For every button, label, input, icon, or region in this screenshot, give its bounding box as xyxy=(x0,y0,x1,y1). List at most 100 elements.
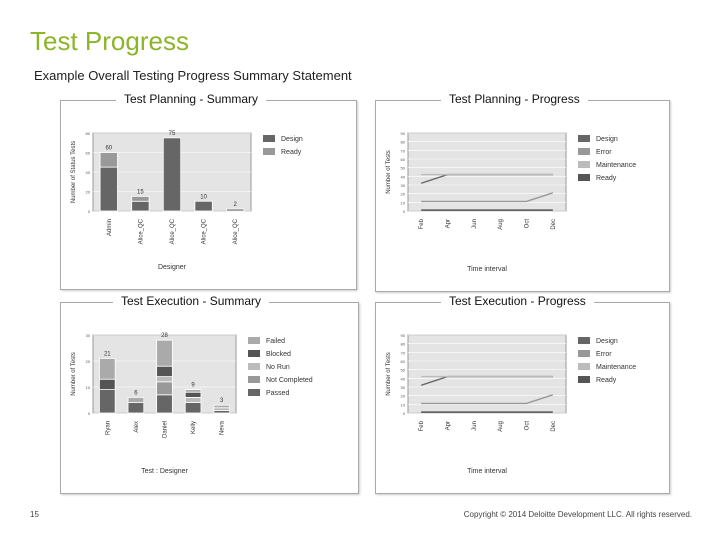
bar-segment xyxy=(99,358,116,380)
x-tick-label: Alex xyxy=(134,421,140,433)
x-tick-label: Alice_QC xyxy=(170,218,176,244)
x-axis-label: Time interval xyxy=(467,468,507,475)
y-tick-label: 30 xyxy=(86,333,91,338)
bar-segment xyxy=(156,339,173,367)
y-tick-label: 30 xyxy=(401,183,406,188)
page-number: 15 xyxy=(30,510,39,519)
y-tick-label: 70 xyxy=(401,350,406,355)
bar-segment xyxy=(226,208,245,212)
legend-swatch xyxy=(578,135,590,142)
copyright: Copyright © 2014 Deloitte Development LL… xyxy=(463,510,692,519)
legend-swatch xyxy=(578,376,590,383)
legend-label: Ready xyxy=(281,149,302,156)
y-tick-label: 60 xyxy=(401,157,406,162)
x-tick-label: Neva xyxy=(220,420,226,435)
x-tick-label: Daniel xyxy=(163,421,169,438)
x-tick-label: Kelly xyxy=(191,421,197,434)
legend-label: Not Completed xyxy=(266,377,313,384)
x-tick-label: Feb xyxy=(419,420,425,431)
x-tick-label: Apr xyxy=(446,421,452,430)
bar-segment xyxy=(99,152,118,168)
x-tick-label: Alice_QC xyxy=(202,218,208,244)
bar-segment xyxy=(156,365,173,378)
x-tick-label: Admin xyxy=(107,219,113,236)
x-tick-label: Dec xyxy=(551,421,557,432)
bar-segment xyxy=(99,166,118,212)
plot-area xyxy=(407,334,567,414)
legend-swatch xyxy=(248,337,260,344)
legend-swatch xyxy=(248,389,260,396)
slide-title: Test Progress xyxy=(30,26,189,56)
legend-label: No Run xyxy=(266,364,290,371)
legend-label: Design xyxy=(596,338,618,345)
y-tick-label: 60 xyxy=(401,359,406,364)
x-tick-label: Jun xyxy=(472,421,478,431)
legend-swatch xyxy=(578,148,590,155)
bar-segment xyxy=(213,404,230,409)
y-tick-label: 90 xyxy=(401,333,406,338)
y-tick-label: 20 xyxy=(86,359,91,364)
data-label: 21 xyxy=(104,351,111,357)
legend-label: Ready xyxy=(596,175,617,182)
bar-segment xyxy=(131,200,150,212)
legend-swatch xyxy=(578,337,590,344)
legend-label: Passed xyxy=(266,390,289,397)
plot-area xyxy=(407,132,567,212)
legend-swatch xyxy=(578,363,590,370)
y-tick-label: 50 xyxy=(401,368,406,373)
y-tick-label: 10 xyxy=(401,402,406,407)
x-tick-label: Oct xyxy=(525,219,531,229)
x-tick-label: Aug xyxy=(498,219,504,230)
x-tick-label: Apr xyxy=(446,219,452,228)
y-axis-label: Number of Tests xyxy=(386,150,392,194)
y-tick-label: 0 xyxy=(88,209,91,214)
x-axis-label: Designer xyxy=(158,264,187,271)
bar-segment xyxy=(156,381,173,396)
data-label: 60 xyxy=(105,146,112,152)
legend-swatch xyxy=(248,363,260,370)
bar-segment xyxy=(184,397,202,404)
bar-segment xyxy=(131,195,150,202)
y-tick-label: 30 xyxy=(401,385,406,390)
legend-label: Failed xyxy=(266,338,285,345)
chart-execution-progress: Test Execution - Progress 0 10 20 30 40 50 60 70… xyxy=(375,294,670,494)
x-axis-label: Time interval xyxy=(467,266,507,273)
y-axis-label: Number of Tests xyxy=(71,352,77,396)
bar-segment xyxy=(99,378,116,390)
bar-segment xyxy=(127,397,145,404)
y-tick-label: 80 xyxy=(401,140,406,145)
legend-label: Blocked xyxy=(266,351,291,358)
x-tick-label: Alice_QC xyxy=(233,218,239,244)
data-label: 28 xyxy=(161,333,168,339)
y-tick-label: 20 xyxy=(401,394,406,399)
y-tick-label: 90 xyxy=(401,131,406,136)
legend-label: Error xyxy=(596,149,612,156)
y-tick-label: 80 xyxy=(86,131,91,136)
legend-swatch xyxy=(263,135,275,142)
y-tick-label: 50 xyxy=(401,166,406,171)
bar-segment xyxy=(127,402,145,414)
data-label: 15 xyxy=(137,189,144,195)
y-tick-label: 80 xyxy=(401,342,406,347)
y-tick-label: 0 xyxy=(88,411,91,416)
x-tick-label: Feb xyxy=(419,218,425,229)
legend-label: Ready xyxy=(596,377,617,384)
x-axis-label: Test : Designer xyxy=(141,468,188,475)
bar-segment xyxy=(184,402,202,414)
y-tick-label: 20 xyxy=(401,192,406,197)
legend-swatch xyxy=(578,174,590,181)
legend-swatch xyxy=(578,350,590,357)
legend-swatch xyxy=(578,161,590,168)
x-tick-label: Dec xyxy=(551,219,557,230)
chart-execution-summary: Test Execution - Summary 0 10 20 30 Ryan Alex D… xyxy=(60,294,359,494)
bar-segment xyxy=(194,200,213,212)
legend-swatch xyxy=(248,376,260,383)
y-tick-label: 10 xyxy=(401,200,406,205)
y-axis-label: Number of Status Tests xyxy=(71,141,77,203)
legend-label: Error xyxy=(596,351,612,358)
y-tick-label: 40 xyxy=(401,174,406,179)
bar-segment xyxy=(156,376,173,383)
legend-swatch xyxy=(248,350,260,357)
x-tick-label: Alice_QC xyxy=(138,218,144,244)
y-tick-label: 20 xyxy=(86,190,91,195)
